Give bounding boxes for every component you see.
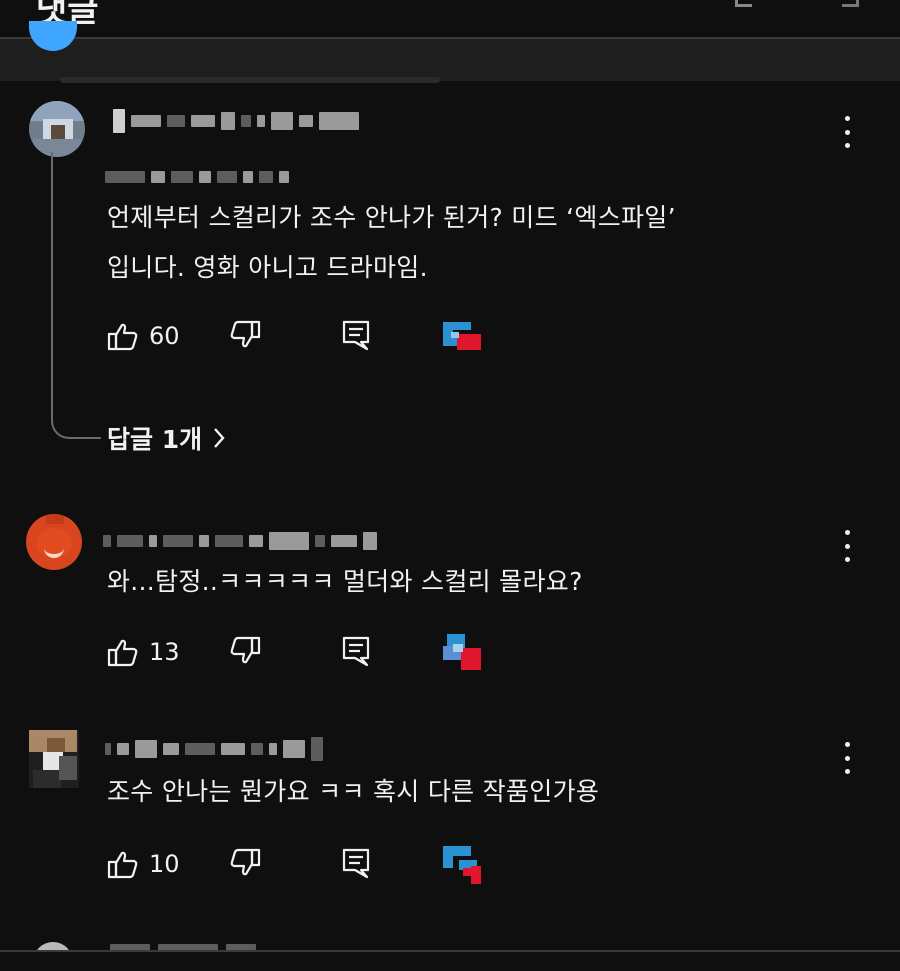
more-vert-icon[interactable] <box>840 530 854 562</box>
reply-button[interactable] <box>341 847 371 883</box>
thumbs-down-icon <box>230 636 261 664</box>
chevron-right-icon <box>214 428 225 448</box>
more-vert-icon[interactable] <box>840 116 854 148</box>
timestamp-blurred <box>105 166 289 188</box>
close-icon[interactable] <box>842 0 859 7</box>
reply-icon <box>342 320 370 351</box>
dislike-button[interactable] <box>229 319 261 355</box>
bottom-bar <box>0 950 900 971</box>
comments-header: 댓글 <box>0 0 900 38</box>
creator-heart-icon <box>443 634 487 670</box>
comment-actions: 10 <box>107 844 607 884</box>
comment-text: 조수 안나는 뭔가요 ㅋㅋ 혹시 다른 작품인가용 <box>107 777 600 806</box>
sort-icon[interactable] <box>735 0 752 7</box>
author-name-blurred <box>113 109 359 133</box>
thumbs-up-icon <box>107 323 138 351</box>
comments-panel: 댓글 언제부터 스컬리가 조수 안나가 된거? 미드 ‘엑스파일’ 입니다. 영… <box>0 0 900 971</box>
author-name-blurred <box>103 530 377 552</box>
reply-button[interactable] <box>341 319 371 355</box>
view-replies-button[interactable]: 답글 1개 <box>107 420 226 456</box>
thumbs-down-icon <box>230 320 261 348</box>
avatar[interactable] <box>26 514 82 570</box>
avatar[interactable] <box>29 101 85 157</box>
thread-line <box>51 152 101 439</box>
like-count: 60 <box>149 322 180 350</box>
comment-text: 와...탐정..ㅋㅋㅋㅋㅋ 멀더와 스컬리 몰라요? <box>107 567 583 596</box>
more-vert-icon[interactable] <box>840 742 854 774</box>
comment-actions: 60 <box>107 316 607 356</box>
thumbs-up-icon <box>107 639 138 667</box>
author-name-blurred <box>105 737 323 761</box>
thumbs-down-icon <box>230 848 261 876</box>
thumbs-up-icon <box>107 851 138 879</box>
creator-heart-icon <box>443 318 487 354</box>
like-count: 10 <box>149 850 180 878</box>
comment-text: 언제부터 스컬리가 조수 안나가 된거? 미드 ‘엑스파일’ 입니다. 영화 아… <box>107 203 676 282</box>
like-button[interactable]: 60 <box>107 316 180 356</box>
avatar[interactable] <box>29 730 79 788</box>
reply-icon <box>342 636 370 667</box>
replies-label: 답글 1개 <box>107 425 203 454</box>
comment-actions: 13 <box>107 632 607 672</box>
comment-input-bar[interactable] <box>0 21 900 83</box>
reply-button[interactable] <box>341 635 371 671</box>
creator-heart-icon <box>443 846 487 884</box>
like-button[interactable]: 13 <box>107 632 180 672</box>
blurred-input-area <box>60 77 440 83</box>
like-button[interactable]: 10 <box>107 844 180 884</box>
reply-icon <box>342 848 370 879</box>
user-avatar <box>29 21 77 51</box>
dislike-button[interactable] <box>229 847 261 883</box>
like-count: 13 <box>149 638 180 666</box>
dislike-button[interactable] <box>229 635 261 671</box>
